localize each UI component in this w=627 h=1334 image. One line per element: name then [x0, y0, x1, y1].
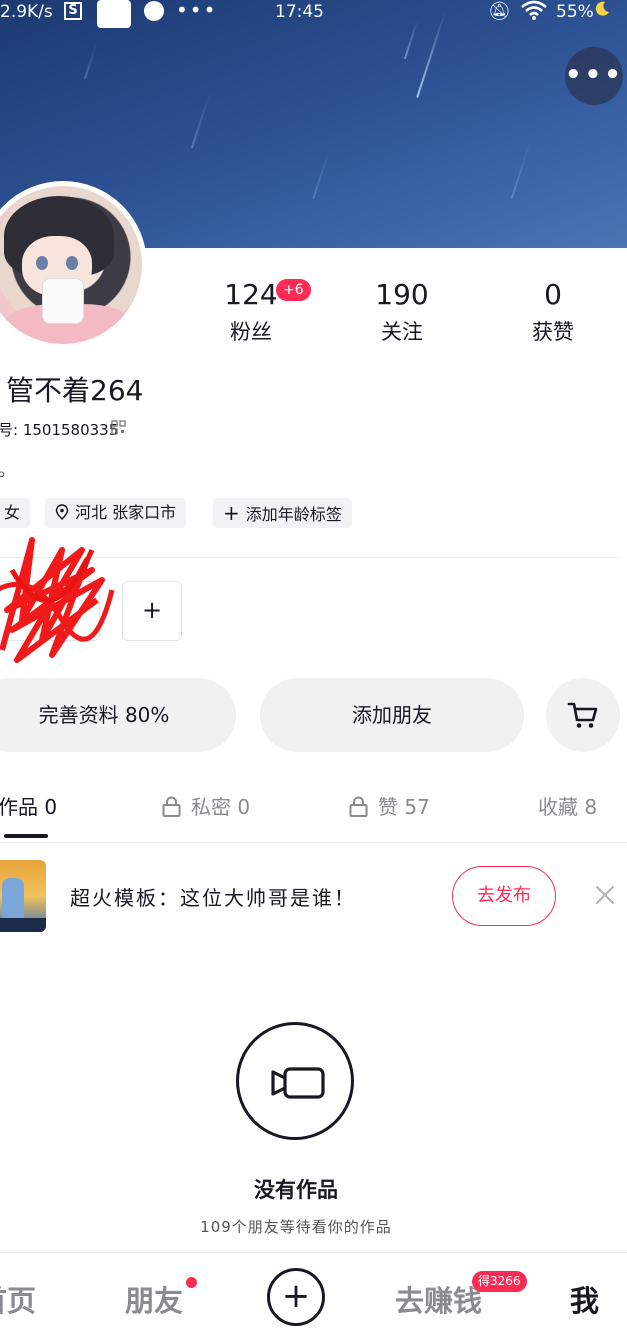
tab-liked[interactable]: 赞 57: [349, 791, 430, 820]
more-options-button[interactable]: •••: [565, 47, 623, 105]
likes-label[interactable]: 获赞: [493, 316, 613, 346]
tab-liked-label: 赞 57: [378, 795, 430, 819]
active-tab-indicator: [4, 834, 48, 838]
mute-icon: 🔕︎: [488, 1, 511, 22]
fans-label[interactable]: 粉丝: [191, 316, 311, 346]
add-friend-button[interactable]: 添加朋友: [260, 678, 524, 752]
fans-new-badge: +6: [276, 279, 311, 301]
gender-tag-label: 女: [4, 503, 21, 522]
notification-icon: S: [64, 2, 82, 20]
gender-tag[interactable]: 女: [0, 498, 31, 528]
following-count[interactable]: 190: [342, 278, 462, 311]
tab-works[interactable]: 作品 0: [0, 791, 57, 820]
nav-me[interactable]: 我: [570, 1278, 599, 1320]
nav-create-button[interactable]: +: [267, 1268, 325, 1326]
qr-code-icon[interactable]: [111, 420, 126, 435]
app-icon: [97, 0, 131, 28]
divider: [0, 1252, 627, 1253]
close-icon[interactable]: [594, 884, 616, 906]
nav-friends[interactable]: 朋友: [125, 1278, 183, 1320]
bio[interactable]: 。: [0, 456, 16, 482]
add-friend-slot-button[interactable]: +: [122, 581, 182, 641]
video-camera-icon: [236, 1022, 354, 1140]
earn-badge: 得3266: [472, 1271, 527, 1292]
clock: 17:45: [275, 2, 324, 22]
notification-dot: [186, 1277, 197, 1288]
location-tag-label: 河北 张家口市: [75, 503, 177, 522]
lock-icon: [349, 796, 368, 817]
play-icon: [144, 1, 164, 21]
status-bar: 2.9K/s S ••• 17:45 🔕︎ 55%: [0, 0, 627, 28]
network-speed: 2.9K/s: [0, 2, 53, 22]
template-thumbnail[interactable]: [0, 860, 46, 932]
tab-private[interactable]: 私密 0: [162, 791, 250, 820]
more-icon: •••: [565, 60, 624, 90]
template-title[interactable]: 超火模板：这位大帅哥是谁！: [70, 882, 356, 911]
location-icon: [55, 504, 69, 521]
battery-level: 55%: [556, 2, 594, 22]
following-label[interactable]: 关注: [342, 316, 462, 346]
location-tag[interactable]: 河北 张家口市: [45, 498, 187, 528]
nickname: 管不着264: [6, 374, 144, 407]
divider: [0, 842, 627, 843]
moon-icon: [594, 1, 610, 22]
account-id[interactable]: 号: 1501580335: [0, 419, 118, 440]
empty-subtitle: 109个朋友等待看你的作品: [200, 1218, 392, 1236]
nav-home[interactable]: 首页: [0, 1278, 36, 1320]
more-status-icon: •••: [176, 0, 218, 22]
tab-favorites[interactable]: 收藏 8: [538, 791, 597, 820]
wifi-icon: [521, 0, 547, 25]
age-tag-label: 添加年龄标签: [245, 505, 342, 524]
empty-title: 没有作品: [254, 1178, 338, 1202]
tab-private-label: 私密 0: [191, 795, 251, 819]
complete-profile-button[interactable]: 完善资料 80%: [0, 678, 236, 752]
likes-count[interactable]: 0: [493, 278, 613, 311]
cart-icon: [567, 702, 598, 728]
nav-earn[interactable]: 去赚钱: [395, 1278, 482, 1320]
lock-icon: [162, 796, 181, 817]
age-tag-button[interactable]: + 添加年龄标签: [213, 498, 352, 528]
redaction-scribble: [0, 537, 115, 663]
cart-button[interactable]: [546, 678, 620, 752]
plus-icon: +: [223, 501, 240, 525]
publish-button[interactable]: 去发布: [452, 866, 556, 926]
